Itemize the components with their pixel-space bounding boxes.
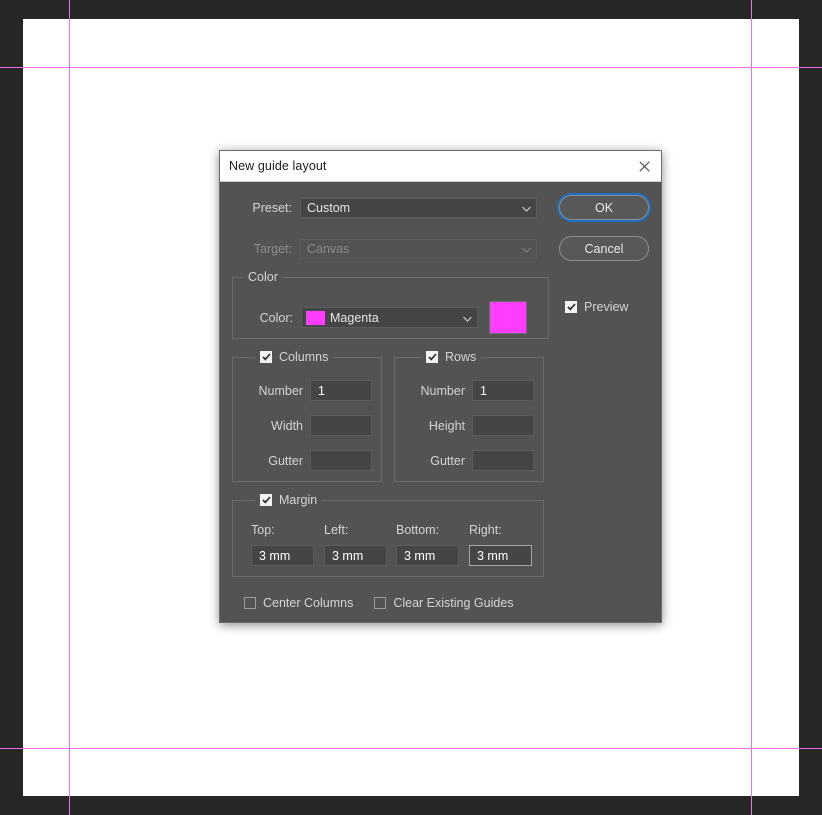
columns-label: Columns	[279, 350, 329, 364]
margin-right-label: Right:	[469, 523, 502, 537]
columns-width-label: Width	[271, 418, 303, 433]
vertical-guide-left[interactable]	[69, 0, 70, 815]
columns-number-label: Number	[258, 383, 303, 398]
target-select: Canvas	[300, 238, 537, 259]
columns-group-legend: Columns	[255, 350, 334, 364]
columns-width-row: Width	[240, 415, 372, 436]
margin-label: Margin	[279, 493, 318, 507]
margin-group-legend: Margin	[255, 493, 323, 507]
rows-gutter-input[interactable]	[472, 450, 534, 471]
checkbox-box	[260, 351, 272, 363]
color-select[interactable]: Magenta	[301, 307, 478, 328]
horizontal-guide-top[interactable]	[0, 67, 822, 68]
color-mini-swatch	[306, 310, 325, 325]
rows-height-input[interactable]	[472, 415, 534, 436]
chevron-down-icon	[522, 242, 531, 256]
footer-options: Center Columns Clear Existing Guides	[232, 596, 649, 610]
target-label: Target:	[253, 241, 292, 256]
margin-top-input[interactable]: 3 mm	[251, 545, 314, 566]
preset-row: Preset: Custom OK	[232, 195, 649, 220]
columns-gutter-label: Gutter	[268, 453, 303, 468]
margin-left-label: Left:	[324, 523, 349, 537]
photoshop-workspace: New guide layout Preset: Custom OK Targe…	[0, 0, 822, 815]
margin-left-input[interactable]: 3 mm	[324, 545, 387, 566]
center-columns-checkbox[interactable]: Center Columns	[244, 596, 353, 610]
columns-width-input[interactable]	[310, 415, 372, 436]
rows-height-row: Height	[402, 415, 534, 436]
rows-checkbox[interactable]: Rows	[426, 350, 476, 364]
columns-checkbox[interactable]: Columns	[260, 350, 328, 364]
checkbox-box	[244, 597, 256, 609]
color-value: Magenta	[330, 310, 379, 325]
rows-group-legend: Rows	[421, 350, 482, 364]
dialog-body: Preset: Custom OK Target: Canvas Cancel …	[220, 182, 661, 622]
rows-label: Rows	[445, 350, 477, 364]
horizontal-guide-bottom[interactable]	[0, 748, 822, 749]
target-value: Canvas	[307, 241, 350, 256]
close-icon[interactable]	[631, 153, 657, 179]
margin-group: Margin Top: Left: Bottom: Right: 3 mm 3 …	[232, 493, 544, 577]
columns-gutter-row: Gutter	[240, 450, 372, 471]
clear-existing-guides-checkbox[interactable]: Clear Existing Guides	[374, 596, 514, 610]
new-guide-layout-dialog: New guide layout Preset: Custom OK Targe…	[219, 150, 662, 623]
rows-number-input[interactable]: 1	[472, 380, 534, 401]
rows-height-label: Height	[428, 418, 465, 433]
margin-checkbox[interactable]: Margin	[260, 493, 317, 507]
chevron-down-icon	[463, 311, 472, 325]
color-group: Color Color: Magenta	[232, 270, 549, 339]
preview-checkbox[interactable]: Preview	[565, 300, 628, 314]
margin-bottom-input[interactable]: 3 mm	[396, 545, 459, 566]
rows-gutter-label: Gutter	[430, 453, 465, 468]
preset-value: Custom	[307, 200, 351, 215]
color-swatch-button[interactable]	[489, 301, 527, 334]
center-columns-label: Center Columns	[263, 596, 354, 610]
checkbox-box	[565, 301, 577, 313]
rows-gutter-row: Gutter	[402, 450, 534, 471]
checkbox-box	[374, 597, 387, 609]
columns-group: Columns Number 1 Width Gutter	[232, 350, 382, 482]
color-group-legend: Color	[243, 270, 283, 284]
columns-rows-wrapper: Columns Number 1 Width Gutter Rows Numbe…	[232, 350, 649, 482]
preset-select[interactable]: Custom	[300, 197, 537, 218]
rows-number-row: Number 1	[402, 380, 534, 401]
color-field-label: Color:	[259, 310, 293, 325]
dialog-title: New guide layout	[229, 159, 327, 173]
rows-group: Rows Number 1 Height Gutter	[394, 350, 544, 482]
margin-right-input[interactable]: 3 mm	[469, 545, 532, 566]
clear-existing-guides-label: Clear Existing Guides	[393, 596, 514, 610]
columns-number-row: Number 1	[240, 380, 372, 401]
preview-label: Preview	[584, 300, 629, 314]
target-row: Target: Canvas Cancel	[232, 236, 649, 261]
rows-number-label: Number	[420, 383, 465, 398]
dialog-titlebar: New guide layout	[220, 151, 661, 182]
checkbox-box	[260, 494, 272, 506]
vertical-guide-right[interactable]	[751, 0, 752, 815]
cancel-button[interactable]: Cancel	[559, 236, 649, 261]
preset-label: Preset:	[252, 200, 292, 215]
color-row: Color: Magenta	[245, 301, 527, 334]
margin-bottom-label: Bottom:	[396, 523, 440, 537]
margin-top-label: Top:	[251, 523, 275, 537]
checkbox-box	[426, 351, 438, 363]
columns-gutter-input[interactable]	[310, 450, 372, 471]
columns-number-input[interactable]: 1	[310, 380, 372, 401]
ok-button[interactable]: OK	[559, 195, 649, 220]
chevron-down-icon	[522, 201, 531, 215]
